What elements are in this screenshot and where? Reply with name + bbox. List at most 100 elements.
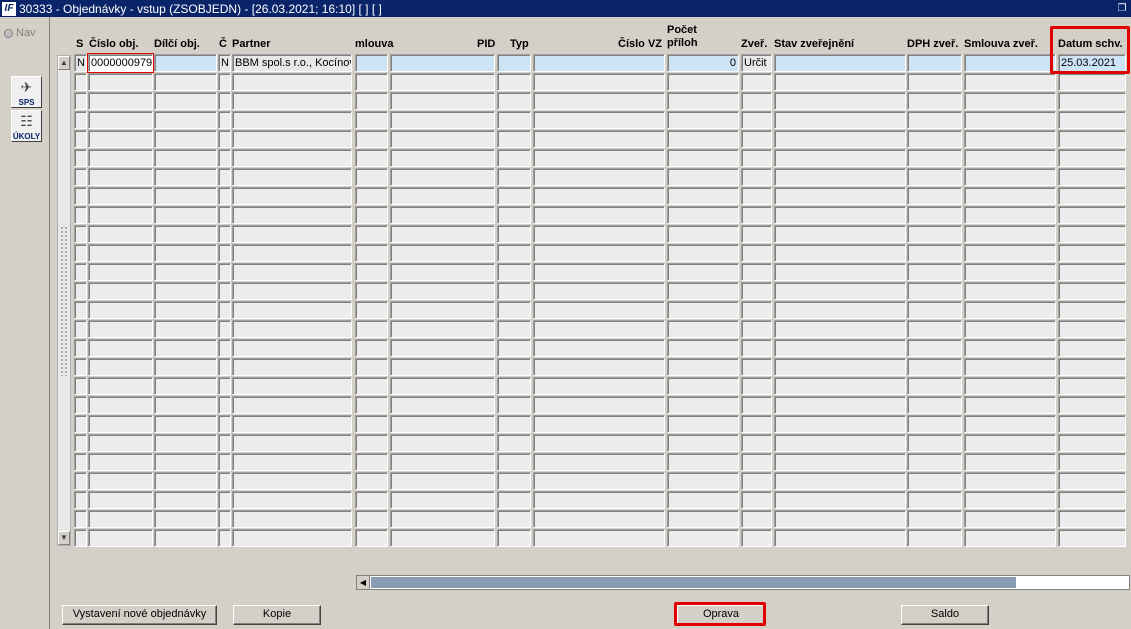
table-cell[interactable] <box>1058 377 1126 395</box>
table-cell[interactable] <box>74 168 87 186</box>
table-cell[interactable] <box>741 206 772 224</box>
table-cell[interactable] <box>355 149 388 167</box>
table-cell[interactable] <box>964 206 1056 224</box>
table-cell[interactable] <box>88 301 153 319</box>
table-cell[interactable] <box>74 111 87 129</box>
table-cell[interactable] <box>88 206 153 224</box>
table-cell[interactable] <box>88 434 153 452</box>
table-cell[interactable] <box>355 453 388 471</box>
table-cell[interactable] <box>741 301 772 319</box>
table-cell[interactable] <box>667 510 739 528</box>
table-cell[interactable] <box>355 377 388 395</box>
table-cell[interactable] <box>218 244 231 262</box>
table-cell[interactable] <box>232 301 352 319</box>
table-cell[interactable] <box>88 491 153 509</box>
table-cell[interactable] <box>667 472 739 490</box>
table-cell[interactable] <box>533 491 665 509</box>
table-cell[interactable] <box>232 358 352 376</box>
table-cell[interactable] <box>74 149 87 167</box>
table-cell[interactable] <box>741 491 772 509</box>
table-cell[interactable] <box>667 73 739 91</box>
table-cell[interactable] <box>964 529 1056 547</box>
table-cell[interactable] <box>232 225 352 243</box>
table-cell[interactable] <box>964 510 1056 528</box>
table-cell[interactable] <box>154 263 217 281</box>
table-cell[interactable] <box>964 396 1056 414</box>
table-cell[interactable] <box>497 529 531 547</box>
table-cell[interactable] <box>964 244 1056 262</box>
table-cell[interactable] <box>533 301 665 319</box>
table-cell[interactable] <box>355 111 388 129</box>
table-cell[interactable] <box>154 339 217 357</box>
table-cell[interactable] <box>88 415 153 433</box>
table-cell[interactable] <box>774 244 906 262</box>
table-cell[interactable] <box>218 73 231 91</box>
table-cell[interactable] <box>355 168 388 186</box>
table-cell[interactable] <box>154 244 217 262</box>
table-cell[interactable] <box>667 358 739 376</box>
table-cell[interactable] <box>964 472 1056 490</box>
table-cell[interactable] <box>774 168 906 186</box>
table-cell[interactable] <box>88 130 153 148</box>
table-cell[interactable] <box>907 415 962 433</box>
table-cell[interactable] <box>741 149 772 167</box>
table-cell[interactable] <box>218 92 231 110</box>
table-cell[interactable] <box>355 263 388 281</box>
new-order-button[interactable]: Vystavení nové objednávky <box>62 605 217 625</box>
table-cell[interactable] <box>154 472 217 490</box>
table-cell[interactable] <box>355 187 388 205</box>
table-cell[interactable] <box>218 529 231 547</box>
table-cell[interactable] <box>232 263 352 281</box>
table-cell[interactable] <box>390 111 495 129</box>
table-cell[interactable] <box>497 168 531 186</box>
table-cell[interactable] <box>232 282 352 300</box>
table-cell[interactable] <box>390 187 495 205</box>
cell-cislo-obj[interactable]: 0000000979 <box>87 53 154 73</box>
table-cell[interactable] <box>1058 339 1126 357</box>
table-cell[interactable] <box>667 434 739 452</box>
table-cell[interactable] <box>232 206 352 224</box>
table-cell[interactable] <box>1058 225 1126 243</box>
table-cell[interactable] <box>741 320 772 338</box>
table-row[interactable] <box>50 282 1131 301</box>
table-cell[interactable] <box>218 168 231 186</box>
table-cell[interactable] <box>497 453 531 471</box>
table-cell[interactable] <box>74 396 87 414</box>
table-cell[interactable] <box>774 453 906 471</box>
table-cell[interactable] <box>964 282 1056 300</box>
table-cell[interactable] <box>154 434 217 452</box>
table-cell[interactable] <box>74 339 87 357</box>
table-cell[interactable] <box>74 434 87 452</box>
table-cell[interactable] <box>907 358 962 376</box>
table-cell[interactable] <box>390 263 495 281</box>
table-cell[interactable] <box>232 415 352 433</box>
table-cell[interactable] <box>218 358 231 376</box>
table-cell[interactable] <box>390 396 495 414</box>
table-cell[interactable] <box>907 301 962 319</box>
table-cell[interactable] <box>533 187 665 205</box>
ukoly-button[interactable]: ☷ ÚKOLY <box>11 110 42 142</box>
table-cell[interactable] <box>355 320 388 338</box>
table-cell[interactable] <box>533 130 665 148</box>
cell-stav[interactable] <box>774 54 906 72</box>
table-cell[interactable] <box>741 415 772 433</box>
table-row[interactable] <box>50 377 1131 396</box>
table-cell[interactable] <box>497 225 531 243</box>
table-cell[interactable] <box>218 301 231 319</box>
table-cell[interactable] <box>74 282 87 300</box>
table-cell[interactable] <box>1058 453 1126 471</box>
restore-icon[interactable]: ❐ <box>1115 2 1129 16</box>
table-cell[interactable] <box>355 130 388 148</box>
table-cell[interactable] <box>390 149 495 167</box>
table-cell[interactable] <box>1058 434 1126 452</box>
table-cell[interactable] <box>390 73 495 91</box>
table-cell[interactable] <box>1058 206 1126 224</box>
cell-c[interactable]: N <box>218 54 231 72</box>
table-cell[interactable] <box>154 73 217 91</box>
table-cell[interactable] <box>88 320 153 338</box>
table-cell[interactable] <box>88 377 153 395</box>
table-cell[interactable] <box>74 472 87 490</box>
cell-zver[interactable]: Určit <box>741 54 772 72</box>
table-cell[interactable] <box>907 168 962 186</box>
table-cell[interactable] <box>218 510 231 528</box>
